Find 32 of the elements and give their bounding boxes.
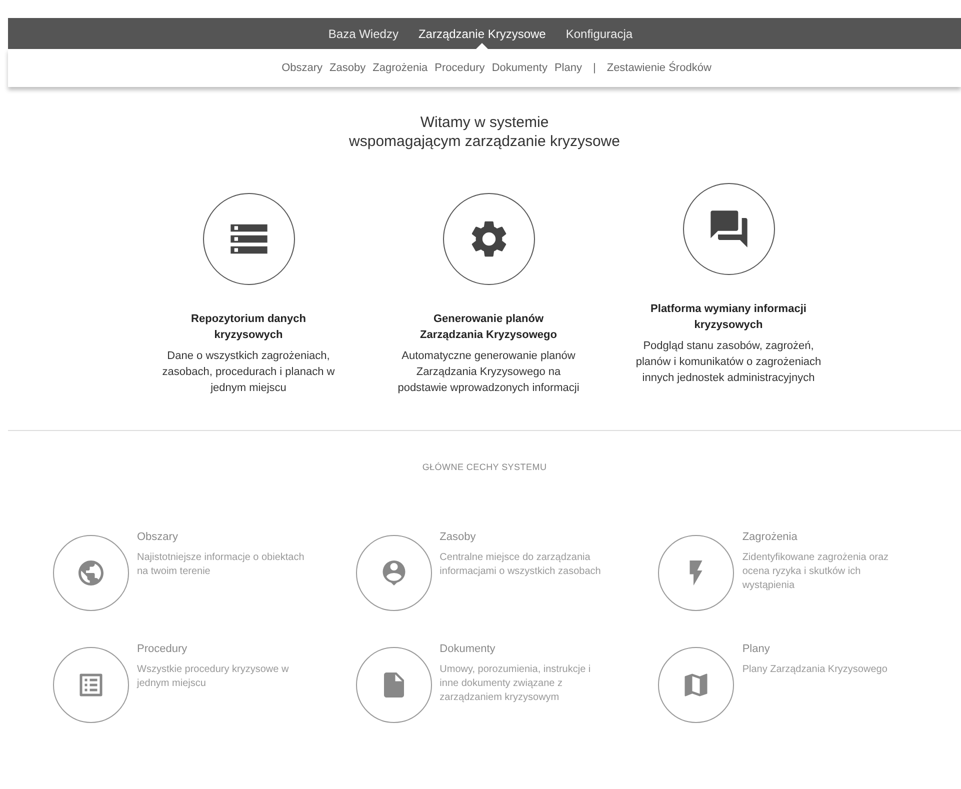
feature-title: Platforma wymiany informacji kryzysowych [650,302,808,333]
feature-title: Obszary [137,530,179,544]
feature-title: Procedury [137,642,188,656]
top-nav-tab[interactable]: Konfiguracja [566,18,633,49]
sub-nav-link[interactable]: Plany [554,60,582,76]
sub-nav-link[interactable]: Dokumenty [492,60,548,76]
section-heading: GŁÓWNE CECHY SYSTEMU [422,461,547,474]
sub-nav-link[interactable]: Zagrożenia [372,60,428,76]
feature-title: Generowanie planów Zarządzania Kryzysowego [419,312,558,343]
globe-icon [76,558,106,588]
feature-title: Dokumenty [440,642,496,656]
separator: | [592,60,596,76]
top-nav-tab[interactable]: Baza Wiedzy [328,18,398,49]
feature-description: Centralne miejsce do zarządzania informacjami o wszystkich zasobach [440,550,602,578]
feature-title: Zasoby [440,530,477,544]
sub-nav-link[interactable]: Procedury [434,60,485,76]
feature-title: Plany [742,642,771,656]
feature-description: Umowy, porozumienia, instrukcje i inne dokumenty związane z zarządzaniem kryzysowym [440,662,592,704]
sub-nav-link[interactable]: Zestawienie Środków [606,60,712,76]
feature-title: Zagrożenia [742,530,798,544]
feature-title: Repozytorium danych kryzysowych [190,312,307,343]
feature-description: Plany Zarządzania Kryzysowego [742,662,888,676]
welcome-subtitle: wspomagającym zarządzanie kryzysowe [349,132,620,151]
feature-description: Najistotniejsze informacje o obiektach na twoim terenie [137,550,306,578]
feature-description: Dane o wszystkich zagrożeniach, zasobach, procedurach i planach w jednym miejscu [161,349,336,396]
feature-description: Zidentyfikowane zagrożenia oraz ocena ryzyka i skutków ich wystąpienia [742,550,890,592]
feature-description: Podgląd stanu zasobów, zagrożeń, planów i komunikatów o zagrożeniach innych jednostek administracyjnych [634,339,822,386]
feature-description: Wszystkie procedury kryzysowe w jednym miejscu [137,662,290,690]
sub-nav-link[interactable]: Obszary [282,60,323,76]
sub-nav-link[interactable]: Zasoby [330,60,366,76]
feature-description: Automatyczne generowanie planów Zarządzania Kryzysowego na podstawie wprowadzonych informacji [396,349,580,396]
welcome-title: Witamy w systemie [420,113,549,132]
